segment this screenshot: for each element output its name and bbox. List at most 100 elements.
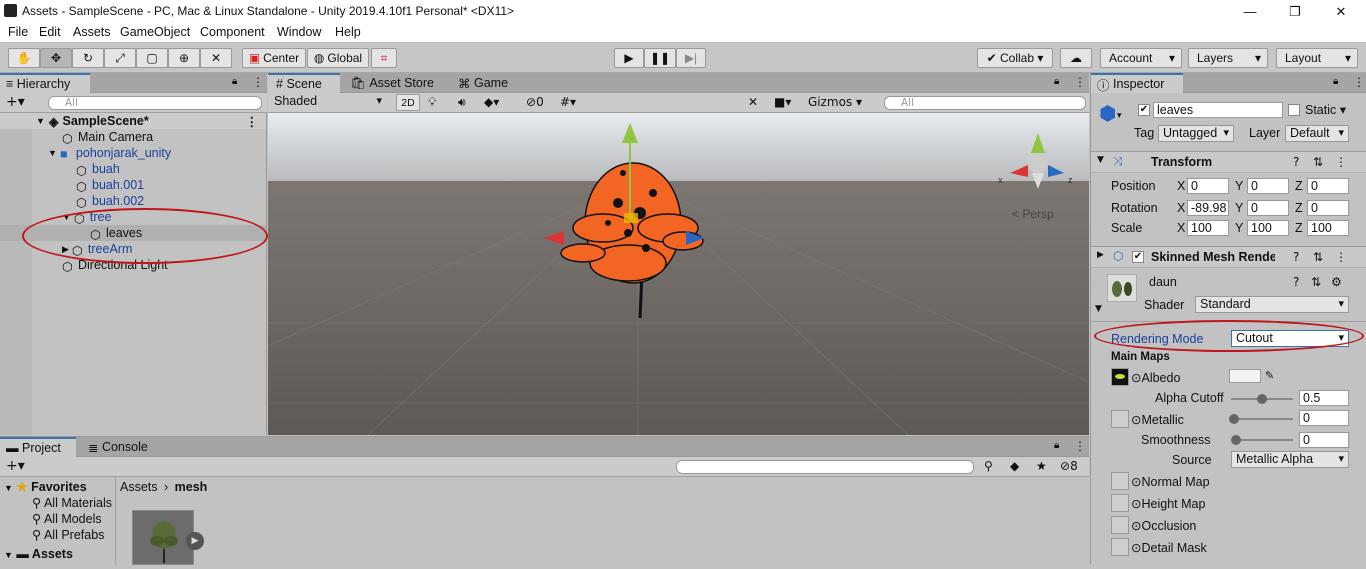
more-icon[interactable]: ⋮ (1335, 155, 1347, 169)
smoothness-field[interactable]: 0 (1299, 432, 1349, 448)
favorite-star-icon[interactable]: ★ (1036, 459, 1047, 473)
more-icon[interactable]: ⋮ (1074, 75, 1086, 89)
help-icon[interactable]: ? (1293, 155, 1299, 169)
cloud-icon[interactable]: ☁ (1060, 48, 1092, 68)
menu-edit[interactable]: Edit (39, 23, 61, 39)
lock-icon[interactable]: 🔒︎ (1054, 440, 1059, 451)
layout-dropdown[interactable]: Layout ▾ (1276, 48, 1358, 68)
hierarchy-item-buah-001[interactable]: ⬡ buah.001 (0, 177, 266, 194)
static-checkbox[interactable] (1288, 104, 1300, 116)
albedo-color-swatch[interactable] (1229, 369, 1261, 383)
chevron-down-icon[interactable]: ▼ (1095, 304, 1102, 314)
hidden-objects-toggle[interactable]: ⊘ 0 (526, 95, 544, 109)
menu-assets[interactable]: Assets (73, 23, 111, 39)
metallic-field[interactable]: 0 (1299, 410, 1349, 426)
albedo-texture-slot[interactable] (1111, 368, 1129, 386)
camera-icon[interactable]: ■▾ (774, 95, 791, 109)
favorites-row[interactable]: ▼ ★ Favorites (4, 479, 87, 494)
picker-dot-icon[interactable]: ⊙ (1131, 541, 1141, 555)
scale-x-field[interactable]: 100 (1187, 220, 1229, 236)
collab-button[interactable]: ✔ Collab ▾ (977, 48, 1053, 68)
hidden-packages-toggle[interactable]: ⊘ 8 (1060, 459, 1078, 473)
settings-icon[interactable]: ⚙ (1331, 275, 1342, 289)
metallic-texture-slot[interactable] (1111, 410, 1129, 428)
more-icon[interactable]: ⋮ (246, 114, 259, 129)
chevron-down-icon[interactable]: ▼ (4, 550, 13, 560)
chevron-down-icon[interactable]: ▾ (1117, 111, 1122, 121)
active-checkbox[interactable]: ✔ (1138, 104, 1150, 116)
metallic-slider[interactable] (1231, 418, 1293, 420)
breadcrumb-mesh[interactable]: mesh (175, 480, 208, 494)
toggle-2d-button[interactable]: 2D (396, 94, 420, 111)
preset-icon[interactable]: ⇅ (1313, 155, 1323, 169)
scene-search-input[interactable]: All (884, 96, 1086, 110)
close-button[interactable]: ✕ (1318, 0, 1364, 23)
picker-dot-icon[interactable]: ⊙ (1131, 475, 1141, 489)
maximize-button[interactable]: ❐ (1272, 0, 1318, 23)
effects-icon[interactable]: ◆▾ (484, 95, 499, 109)
breadcrumb-assets[interactable]: Assets (120, 480, 158, 494)
shader-dropdown[interactable]: Standard (1195, 296, 1349, 313)
scene-viewport[interactable]: x z < Persp (268, 113, 1089, 435)
tab-console[interactable]: ≣ Console (88, 437, 168, 457)
menu-window[interactable]: Window (277, 23, 321, 39)
rect-tool-icon[interactable]: ▢ (136, 48, 168, 68)
scale-z-field[interactable]: 100 (1307, 220, 1349, 236)
skinned-mesh-renderer-header[interactable]: ▶ ⬡ ✔ Skinned Mesh Renderer ? ⇅ ⋮ (1091, 246, 1366, 268)
shading-dropdown[interactable]: Shaded (270, 94, 386, 111)
hierarchy-item-buah-002[interactable]: ⬡ buah.002 (0, 193, 266, 210)
detail-mask-texture-slot[interactable] (1111, 538, 1129, 556)
more-icon[interactable]: ⋮ (1335, 250, 1347, 264)
tab-asset-store[interactable]: 🛍︎ Asset Store (350, 73, 450, 93)
favorites-item[interactable]: ⚲ All Prefabs (32, 527, 104, 542)
rotation-y-field[interactable]: 0 (1247, 200, 1289, 216)
persp-label[interactable]: < Persp (1012, 207, 1054, 221)
layers-dropdown[interactable]: Layers ▾ (1188, 48, 1268, 68)
gizmos-dropdown[interactable]: Gizmos ▾ (808, 95, 862, 109)
filter-label-icon[interactable]: ◆ (1010, 459, 1019, 473)
metallic-slider-knob[interactable] (1229, 414, 1239, 424)
hand-tool-icon[interactable]: ✋ (8, 48, 40, 68)
position-y-field[interactable]: 0 (1247, 178, 1289, 194)
lock-icon[interactable]: 🔒︎ (232, 76, 237, 87)
add-icon[interactable]: +▾ (6, 94, 25, 110)
alpha-cutoff-field[interactable]: 0.5 (1299, 390, 1349, 406)
rotate-tool-icon[interactable]: ↻ (72, 48, 104, 68)
pivot-center-button[interactable]: ▣ Center (242, 48, 306, 68)
audio-icon[interactable]: 🔊︎ (458, 95, 466, 110)
chevron-down-icon[interactable]: ▼ (48, 148, 57, 158)
picker-dot-icon[interactable]: ⊙ (1131, 371, 1141, 385)
help-icon[interactable]: ? (1293, 275, 1299, 289)
favorites-item[interactable]: ⚲ All Materials (32, 495, 112, 510)
normal-map-texture-slot[interactable] (1111, 472, 1129, 490)
filter-type-icon[interactable]: ⚲ (984, 459, 993, 473)
favorites-item[interactable]: ⚲ All Models (32, 511, 102, 526)
gameobject-icon[interactable]: ⬢ (1099, 101, 1116, 125)
tools-icon[interactable]: ✕ (748, 95, 758, 109)
tab-inspector[interactable]: ⓘ Inspector (1091, 73, 1183, 93)
hierarchy-search-input[interactable]: All (48, 96, 262, 110)
transform-tool-icon[interactable]: ⊕ (168, 48, 200, 68)
menu-gameobject[interactable]: GameObject (120, 23, 190, 39)
custom-tool-icon[interactable]: ✕ (200, 48, 232, 68)
picker-dot-icon[interactable]: ⊙ (1131, 519, 1141, 533)
more-icon[interactable]: ⋮ (1353, 75, 1365, 89)
occlusion-texture-slot[interactable] (1111, 516, 1129, 534)
snap-icon[interactable]: ⌗ (371, 48, 397, 68)
move-tool-icon[interactable]: ✥ (40, 48, 72, 68)
scale-y-field[interactable]: 100 (1247, 220, 1289, 236)
help-icon[interactable]: ? (1293, 250, 1299, 264)
transform-header[interactable]: ▼ ⤨ Transform ? ⇅ ⋮ (1091, 151, 1366, 173)
asset-thumbnail[interactable] (132, 510, 194, 565)
alpha-cutoff-slider-knob[interactable] (1257, 394, 1267, 404)
tag-dropdown[interactable]: Untagged (1158, 125, 1234, 142)
play-icon[interactable]: ▶ (614, 48, 644, 68)
material-preview[interactable] (1107, 274, 1137, 302)
minimize-button[interactable]: — (1227, 0, 1273, 23)
preset-icon[interactable]: ⇅ (1311, 275, 1321, 289)
position-z-field[interactable]: 0 (1307, 178, 1349, 194)
scene-view-canvas[interactable]: x z < Persp (268, 113, 1089, 435)
menu-help[interactable]: Help (335, 23, 361, 39)
hierarchy-item-pohonjarak[interactable]: ▼ ■ pohonjarak_unity (0, 145, 266, 161)
eyedropper-icon[interactable]: ✎ (1265, 369, 1274, 382)
